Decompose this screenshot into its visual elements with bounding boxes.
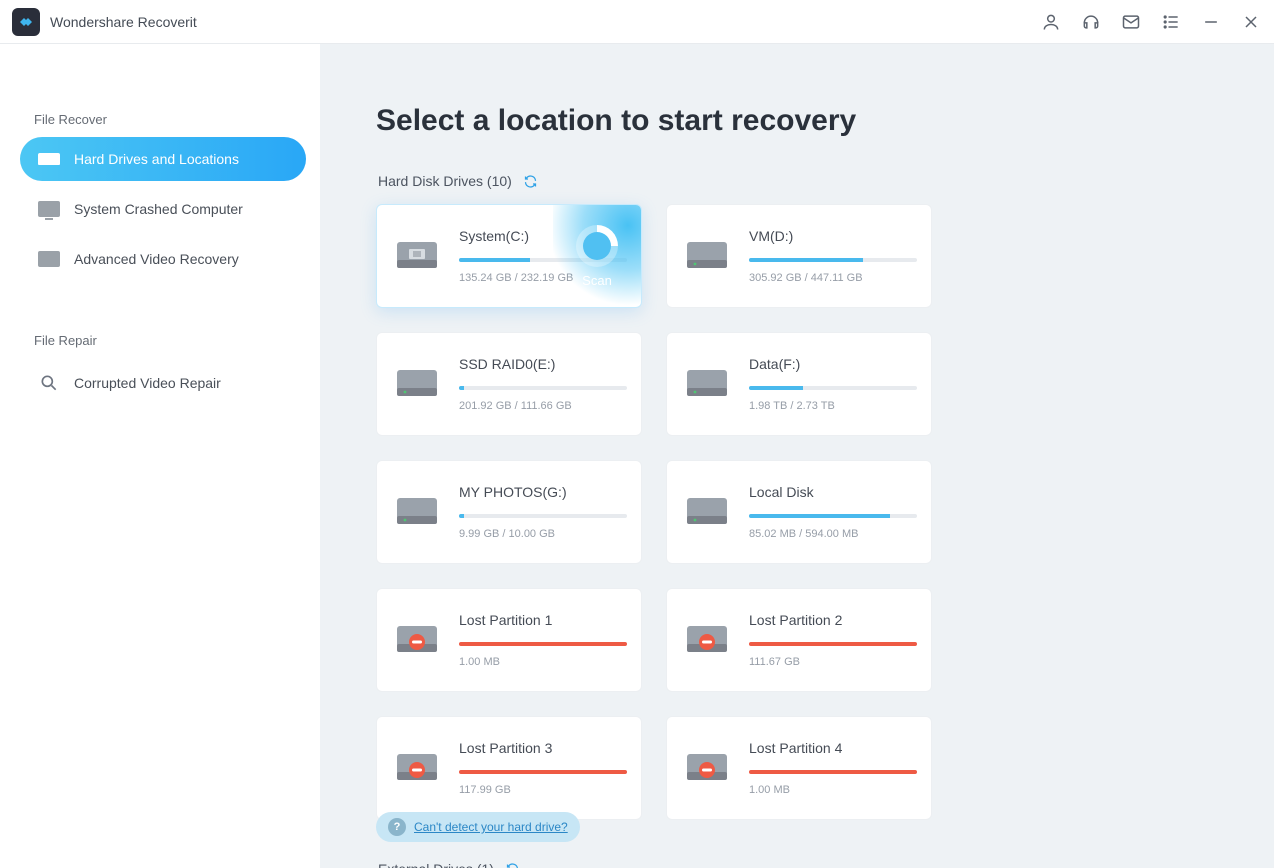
window-controls — [1040, 11, 1262, 33]
drive-icon — [391, 488, 443, 536]
usage-bar — [749, 642, 917, 646]
usage-bar — [459, 642, 627, 646]
group-title: External Drives (1) — [378, 861, 494, 868]
drive-name: SSD RAID0(E:) — [459, 356, 627, 372]
sidebar-section-file-repair: File Repair — [34, 333, 292, 348]
question-icon: ? — [388, 818, 406, 836]
sidebar-item-label: Advanced Video Recovery — [74, 251, 239, 267]
drive-name: Lost Partition 3 — [459, 740, 627, 756]
group-header-external: External Drives (1) — [378, 860, 1216, 868]
monitor-icon — [38, 201, 60, 217]
usage-bar — [459, 386, 627, 390]
drive-size: 117.99 GB — [459, 784, 627, 796]
drive-size: 1.00 MB — [459, 656, 627, 668]
sidebar-item-label: Hard Drives and Locations — [74, 151, 239, 167]
sidebar: File Recover Hard Drives and Locations S… — [0, 44, 320, 868]
refresh-icon[interactable] — [522, 172, 540, 190]
menu-list-icon[interactable] — [1160, 11, 1182, 33]
sidebar-item-label: Corrupted Video Repair — [74, 375, 221, 391]
drive-name: Local Disk — [749, 484, 917, 500]
drive-icon — [681, 232, 733, 280]
drive-card[interactable]: Lost Partition 3 117.99 GB — [376, 716, 642, 820]
drive-name: Lost Partition 4 — [749, 740, 917, 756]
drive-icon — [681, 616, 733, 664]
drive-cards-hdd: System(C:)135.24 GB / 232.19 GBScanVM(D:… — [376, 204, 1216, 820]
help-pill[interactable]: ? Can't detect your hard drive? — [376, 812, 580, 842]
usage-bar — [459, 770, 627, 774]
help-link[interactable]: Can't detect your hard drive? — [414, 820, 568, 834]
drive-icon — [681, 488, 733, 536]
scan-progress-icon — [576, 225, 618, 267]
group-title: Hard Disk Drives (10) — [378, 173, 512, 189]
drive-icon — [681, 744, 733, 792]
drive-name: MY PHOTOS(G:) — [459, 484, 627, 500]
sidebar-item-corrupted-video[interactable]: Corrupted Video Repair — [20, 358, 306, 408]
close-button[interactable] — [1240, 11, 1262, 33]
drive-size: 305.92 GB / 447.11 GB — [749, 272, 917, 284]
drive-card[interactable]: Lost Partition 1 1.00 MB — [376, 588, 642, 692]
refresh-icon[interactable] — [504, 860, 522, 868]
group-header-hdd: Hard Disk Drives (10) — [378, 172, 1216, 190]
drive-icon — [391, 232, 443, 280]
app-logo-icon — [12, 8, 40, 36]
usage-bar — [749, 514, 917, 518]
drive-card[interactable]: System(C:)135.24 GB / 232.19 GBScan — [376, 204, 642, 308]
app-title: Wondershare Recoverit — [50, 14, 197, 30]
drive-icon — [391, 360, 443, 408]
drive-name: Data(F:) — [749, 356, 917, 372]
drive-size: 85.02 MB / 594.00 MB — [749, 528, 917, 540]
drive-card[interactable]: SSD RAID0(E:) 201.92 GB / 111.66 GB — [376, 332, 642, 436]
usage-bar — [459, 514, 627, 518]
sidebar-item-advanced-video[interactable]: Advanced Video Recovery — [20, 237, 306, 281]
drive-size: 1.00 MB — [749, 784, 917, 796]
drive-size: 111.67 GB — [749, 656, 917, 668]
page-title: Select a location to start recovery — [376, 104, 1216, 138]
support-icon[interactable] — [1080, 11, 1102, 33]
drive-icon — [391, 744, 443, 792]
drive-size: 1.98 TB / 2.73 TB — [749, 400, 917, 412]
drive-name: Lost Partition 1 — [459, 612, 627, 628]
scan-label: Scan — [582, 273, 612, 288]
drive-card[interactable]: Lost Partition 4 1.00 MB — [666, 716, 932, 820]
drive-size: 9.99 GB / 10.00 GB — [459, 528, 627, 540]
drive-icon — [681, 360, 733, 408]
sidebar-item-hard-drives[interactable]: Hard Drives and Locations — [20, 137, 306, 181]
usage-bar — [749, 386, 917, 390]
sidebar-item-system-crashed[interactable]: System Crashed Computer — [20, 187, 306, 231]
content-area: Select a location to start recovery Hard… — [320, 44, 1274, 868]
usage-bar — [749, 258, 917, 262]
user-icon[interactable] — [1040, 11, 1062, 33]
drive-card[interactable]: Data(F:) 1.98 TB / 2.73 TB — [666, 332, 932, 436]
sidebar-item-label: System Crashed Computer — [74, 201, 243, 217]
drive-card[interactable]: VM(D:) 305.92 GB / 447.11 GB — [666, 204, 932, 308]
drive-card[interactable]: Lost Partition 2 111.67 GB — [666, 588, 932, 692]
mail-icon[interactable] — [1120, 11, 1142, 33]
drive-icon — [38, 153, 60, 165]
titlebar: Wondershare Recoverit — [0, 0, 1274, 44]
drive-card[interactable]: MY PHOTOS(G:) 9.99 GB / 10.00 GB — [376, 460, 642, 564]
scan-badge[interactable]: Scan — [553, 205, 641, 307]
usage-bar — [749, 770, 917, 774]
magnifier-icon — [38, 372, 60, 394]
drive-icon — [391, 616, 443, 664]
drive-name: VM(D:) — [749, 228, 917, 244]
drive-card[interactable]: Local Disk 85.02 MB / 594.00 MB — [666, 460, 932, 564]
drive-size: 201.92 GB / 111.66 GB — [459, 400, 627, 412]
video-icon — [38, 251, 60, 267]
sidebar-section-file-recover: File Recover — [34, 112, 292, 127]
minimize-button[interactable] — [1200, 11, 1222, 33]
drive-name: Lost Partition 2 — [749, 612, 917, 628]
